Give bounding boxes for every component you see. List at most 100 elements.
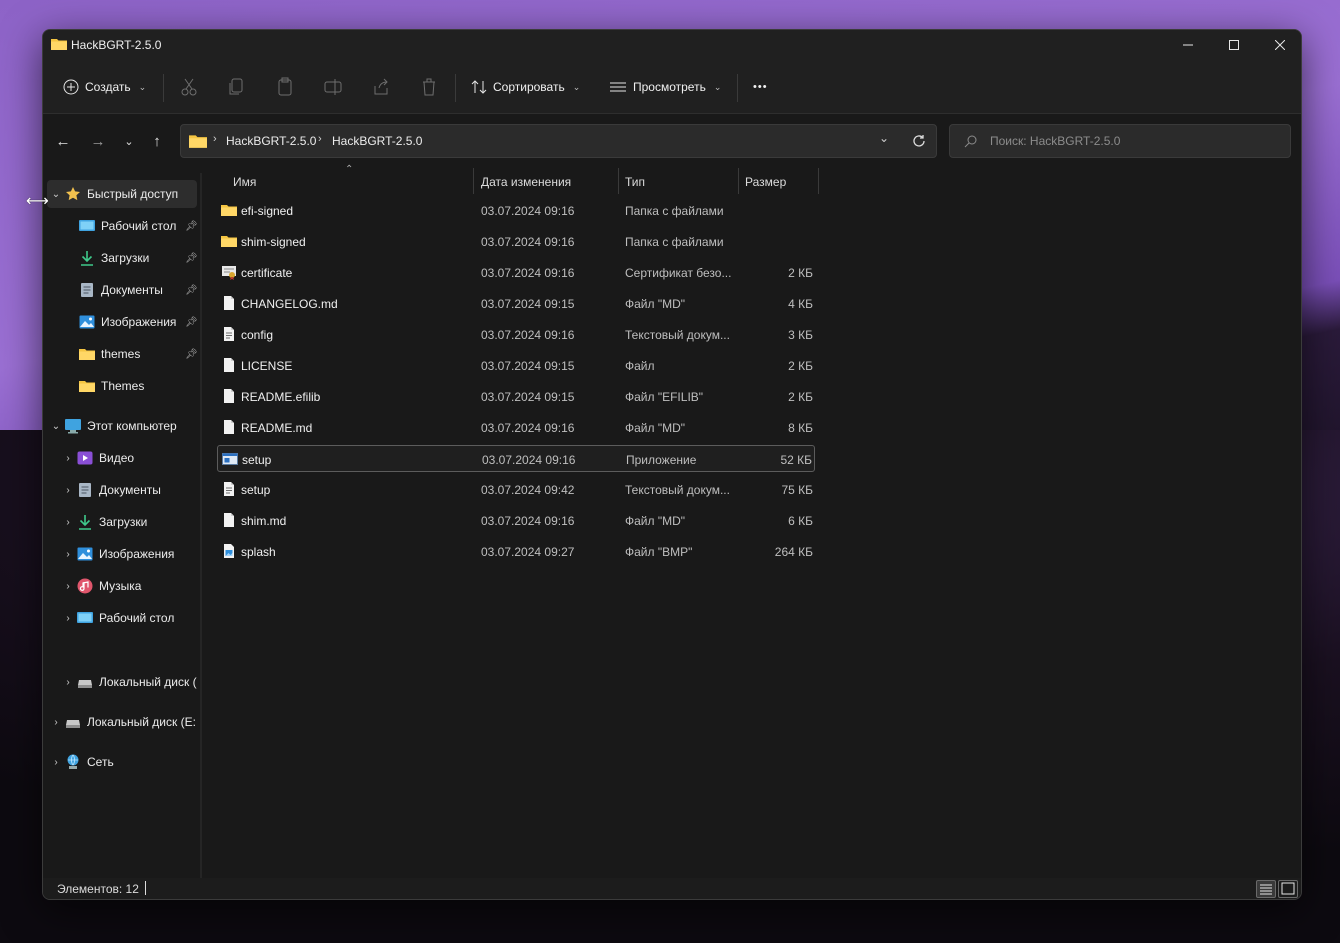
sidebar-item-network[interactable]: › Сеть (47, 748, 197, 776)
large-icons-view-button[interactable] (1278, 880, 1298, 898)
sidebar-item-local-disk-c[interactable]: › Локальный диск ( (59, 668, 199, 696)
column-divider[interactable] (818, 168, 819, 194)
file-row[interactable]: certificate 03.07.2024 09:16 Сертификат бе… (217, 259, 815, 286)
file-row[interactable]: LICENSE 03.07.2024 09:15 Файл 2 КБ (217, 352, 815, 379)
view-button[interactable]: Просмотреть ⌄ (609, 72, 721, 102)
sidebar-item-label: Быстрый доступ (87, 187, 179, 201)
desktop-icon (79, 220, 95, 231)
sidebar-item-quick-access[interactable]: ⌄ Быстрый доступ (47, 180, 197, 208)
column-divider[interactable] (618, 168, 619, 194)
chevron-down-icon[interactable]: ⌄ (47, 421, 65, 432)
text-file-icon (224, 482, 234, 496)
sidebar-item-pictures[interactable]: Изображения 📌︎ (79, 308, 199, 336)
file-size: 6 КБ (788, 514, 813, 528)
chevron-right-icon[interactable]: › (59, 453, 77, 464)
column-divider[interactable] (473, 168, 474, 194)
maximize-button[interactable] (1211, 30, 1257, 60)
video-icon (77, 451, 93, 465)
file-name: README.efilib (241, 390, 321, 404)
file-row[interactable]: README.efilib 03.07.2024 09:15 Файл "EFILI… (217, 383, 815, 410)
file-size: 4 КБ (788, 297, 813, 311)
up-button[interactable]: ↑ (145, 130, 169, 152)
sidebar-item-documents-pc[interactable]: › Документы (59, 476, 199, 504)
chevron-right-icon[interactable]: › (47, 717, 65, 728)
sort-button[interactable]: Сортировать ⌄ (471, 72, 580, 102)
file-name: setup (242, 453, 272, 467)
file-size: 3 КБ (788, 328, 813, 342)
file-row[interactable]: config 03.07.2024 09:16 Текстовый докум...… (217, 321, 815, 348)
file-row[interactable]: README.md 03.07.2024 09:16 Файл "MD" 8 КБ (217, 414, 815, 441)
minimize-button[interactable] (1165, 30, 1211, 60)
pin-icon[interactable]: 📌︎ (185, 317, 198, 328)
sidebar-item-label: Рабочий стол (99, 611, 175, 625)
sidebar-item-label: Локальный диск (E: (87, 715, 196, 729)
sidebar-item-downloads-pc[interactable]: › Загрузки (59, 508, 199, 536)
sidebar-item-documents[interactable]: Документы 📌︎ (79, 276, 199, 304)
sidebar-item-desktop-pc[interactable]: › Рабочий стол (59, 604, 199, 632)
paste-icon[interactable] (275, 76, 295, 98)
sidebar-item-this-pc[interactable]: ⌄ Этот компьютер (47, 412, 197, 440)
breadcrumb-item[interactable]: HackBGRT-2.5.0 (226, 134, 316, 148)
file-type: Папка с файлами (625, 235, 724, 249)
delete-icon[interactable] (419, 76, 439, 98)
chevron-right-icon[interactable]: › (47, 757, 65, 768)
title-bar[interactable]: HackBGRT-2.5.0 (43, 30, 1301, 60)
sidebar-item-videos[interactable]: › Видео (59, 444, 199, 472)
chevron-right-icon[interactable]: › (59, 549, 77, 560)
drive-icon (66, 720, 80, 728)
cut-icon[interactable] (179, 76, 199, 98)
chevron-right-icon[interactable]: › (59, 517, 77, 528)
file-type: Файл "EFILIB" (625, 390, 704, 404)
address-bar[interactable]: › HackBGRT-2.5.0 › HackBGRT-2.5.0 ⌄ (180, 124, 937, 158)
share-icon[interactable] (371, 76, 391, 98)
sort-label: Сортировать (493, 80, 565, 94)
chevron-right-icon[interactable]: › (59, 677, 77, 688)
file-name: config (241, 328, 274, 342)
more-options-button[interactable]: ••• (753, 72, 768, 102)
refresh-icon[interactable] (912, 134, 926, 148)
copy-icon[interactable] (227, 76, 247, 98)
sidebar-item-music[interactable]: › Музыка (59, 572, 199, 600)
sidebar-item-label: Музыка (99, 579, 142, 593)
sidebar-item-local-disk-e[interactable]: › Локальный диск (E: (47, 708, 199, 736)
sidebar-item-themes-2[interactable]: Themes (79, 372, 199, 400)
column-divider[interactable] (738, 168, 739, 194)
pane-divider[interactable] (200, 173, 202, 878)
file-row[interactable]: setup 03.07.2024 09:42 Текстовый докум... 7… (217, 476, 815, 503)
file-row[interactable]: shim.md 03.07.2024 09:16 Файл "MD" 6 КБ (217, 507, 815, 534)
create-button[interactable]: Создать ⌄ (63, 72, 146, 102)
sidebar-item-themes[interactable]: themes 📌︎ (79, 340, 199, 368)
recent-locations-button[interactable]: ⌄ (117, 130, 141, 152)
breadcrumb-item[interactable]: HackBGRT-2.5.0 (332, 134, 422, 148)
file-icon (224, 296, 234, 310)
file-row[interactable]: shim-signed 03.07.2024 09:16 Папка с файла… (217, 228, 815, 255)
sidebar-item-pictures-pc[interactable]: › Изображения (59, 540, 199, 568)
file-row[interactable]: efi-signed 03.07.2024 09:16 Папка с файлам… (217, 197, 815, 224)
pin-icon[interactable]: 📌︎ (185, 253, 198, 264)
chevron-right-icon[interactable]: › (59, 485, 77, 496)
file-date: 03.07.2024 09:42 (481, 483, 575, 497)
search-box[interactable]: Поиск: HackBGRT-2.5.0 (949, 124, 1291, 158)
pin-icon[interactable]: 📌︎ (185, 349, 198, 360)
file-row[interactable]: splash 03.07.2024 09:27 Файл "BMP" 264 КБ (217, 538, 815, 565)
file-row[interactable]: setup 03.07.2024 09:16 Приложение 52 КБ (217, 445, 815, 472)
sidebar-item-desktop[interactable]: Рабочий стол 📌︎ (79, 212, 199, 240)
image-file-icon (224, 544, 234, 558)
file-row[interactable]: CHANGELOG.md 03.07.2024 09:15 Файл "MD" 4 К… (217, 290, 815, 317)
sidebar-item-downloads[interactable]: Загрузки 📌︎ (79, 244, 199, 272)
chevron-right-icon[interactable]: › (59, 581, 77, 592)
desktop-icon (77, 612, 93, 623)
back-button[interactable]: ← (51, 130, 75, 152)
chevron-down-icon[interactable]: ⌄ (47, 189, 65, 200)
rename-icon[interactable] (323, 76, 343, 98)
close-button[interactable] (1257, 30, 1301, 60)
details-view-button[interactable] (1256, 880, 1276, 898)
chevron-right-icon[interactable]: › (59, 613, 77, 624)
sidebar-item-label: Документы (99, 483, 161, 497)
pin-icon[interactable]: 📌︎ (185, 221, 198, 232)
drive-icon (78, 680, 92, 688)
file-name: setup (241, 483, 271, 497)
address-history-dropdown[interactable]: ⌄ (879, 131, 889, 145)
forward-button[interactable]: → (86, 130, 110, 152)
pin-icon[interactable]: 📌︎ (185, 285, 198, 296)
